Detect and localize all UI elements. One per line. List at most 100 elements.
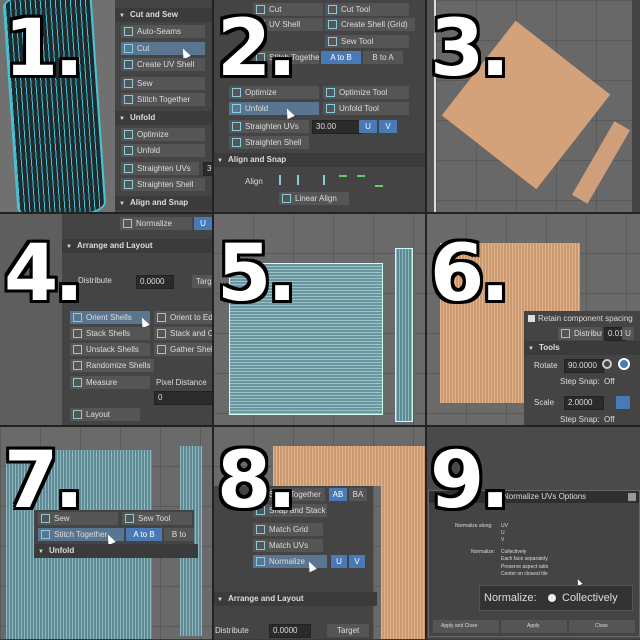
normalize-u-toggle[interactable]: U <box>194 217 212 230</box>
layout-button[interactable]: Layout <box>70 408 140 421</box>
unstack-shells-icon <box>73 345 82 354</box>
straighten-uvs-button[interactable]: Straighten UVs <box>229 120 309 133</box>
align-top-icon[interactable] <box>339 175 347 187</box>
arrange-layout-header[interactable]: Arrange and Layout <box>62 239 213 253</box>
scale-value-field[interactable]: 2.0000 <box>564 396 604 410</box>
cut-tool-button[interactable]: Cut Tool <box>325 3 409 16</box>
step-snap-dropdown-2[interactable]: Off <box>604 415 615 424</box>
step-1-cell: Cut and Sew Auto-Seams Cut Create UV She… <box>0 0 213 213</box>
sew-tool-icon <box>328 37 337 46</box>
unfold-button[interactable]: Unfold <box>229 102 319 115</box>
unfold-tool-button[interactable]: Unfold Tool <box>323 102 409 115</box>
preserve-aspect-checkbox[interactable]: Preserve aspect ratio <box>501 564 548 570</box>
align-bottom-icon[interactable] <box>375 175 383 187</box>
normalize-icon <box>123 219 132 228</box>
align-snap-header[interactable]: Align and Snap <box>213 153 426 167</box>
arrange-layout-header[interactable]: Arrange and Layout <box>213 592 377 606</box>
scale-u-toggle[interactable] <box>616 396 630 409</box>
rotate-cw-icon[interactable] <box>602 359 612 369</box>
close-button[interactable]: Close <box>569 620 635 633</box>
gather-shells-button[interactable]: Gather Shell <box>154 343 213 356</box>
target-button[interactable]: Targ <box>192 275 213 288</box>
cut-button[interactable]: Cut <box>121 42 205 55</box>
distribute-value-field[interactable]: 0.0000 <box>136 275 174 289</box>
apply-button[interactable]: Apply <box>501 620 567 633</box>
retain-spacing-checkbox[interactable]: Retain component spacing <box>528 314 633 323</box>
sew-button[interactable]: Sew <box>121 77 205 90</box>
option-u[interactable]: U <box>501 530 505 536</box>
orient-shells-button[interactable]: Orient Shells <box>70 311 150 324</box>
normalize-u-toggle[interactable]: U <box>331 555 347 568</box>
step-6-cell: Retain component spacing Distribute 0.01… <box>426 213 640 426</box>
auto-seams-icon <box>124 27 133 36</box>
option-each-face[interactable]: Each face separately <box>501 556 548 562</box>
step-7-cell: Sew Sew Tool Stitch Together A to B B to… <box>0 426 213 639</box>
stitch-together-button[interactable]: Stitch Together <box>121 93 205 106</box>
divider <box>212 0 214 640</box>
unfold-header[interactable]: Unfold <box>34 544 198 558</box>
a-to-b-toggle[interactable]: A to B <box>126 528 162 541</box>
optimize-tool-button[interactable]: Optimize Tool <box>323 86 409 99</box>
straighten-shell-button[interactable]: Straighten Shell <box>229 136 309 149</box>
rotate-ccw-icon[interactable] <box>618 358 630 370</box>
option-v[interactable]: V <box>501 537 504 543</box>
uv-shell-normalized-side <box>381 446 426 639</box>
unstack-shells-button[interactable]: Unstack Shells <box>70 343 150 356</box>
b-to-a-toggle[interactable]: B to A <box>363 51 403 64</box>
distribute-button[interactable]: Distribute <box>558 327 602 340</box>
orient-to-edge-button[interactable]: Orient to Ed <box>154 311 213 324</box>
step-snap-dropdown[interactable]: Off <box>604 377 615 386</box>
unfold-header[interactable]: Unfold <box>115 111 213 125</box>
step-4-cell: Normalize U Arrange and Layout Distribut… <box>0 213 213 426</box>
stack-shells-button[interactable]: Stack Shells <box>70 327 150 340</box>
center-on-tile-checkbox[interactable]: Center on closest tile <box>501 571 548 577</box>
option-collectively[interactable]: Collectively <box>501 549 526 555</box>
stitch-together-icon <box>41 530 50 539</box>
b-to-a-toggle[interactable]: B to <box>164 528 194 541</box>
straighten-shell-button[interactable]: Straighten Shell <box>121 178 205 191</box>
linear-align-button[interactable]: Linear Align <box>279 192 349 205</box>
target-button[interactable]: Target <box>327 624 369 637</box>
match-uvs-button[interactable]: Match UVs <box>253 539 323 552</box>
unfold-button[interactable]: Unfold <box>121 144 205 157</box>
sew-tool-button[interactable]: Sew Tool <box>122 512 192 525</box>
randomize-shells-button[interactable]: Randomize Shells <box>70 359 154 372</box>
sew-tool-button[interactable]: Sew Tool <box>325 35 409 48</box>
normalize-v-toggle[interactable]: V <box>349 555 365 568</box>
align-snap-header[interactable]: Align and Snap <box>115 196 213 210</box>
straighten-angle-field[interactable]: 30.00 <box>312 120 362 134</box>
align-center-u-icon[interactable] <box>297 175 307 185</box>
straighten-v-toggle[interactable]: V <box>379 120 397 133</box>
step-number-9: 9. <box>430 436 510 526</box>
step-number-8: 8. <box>217 436 297 526</box>
apply-and-close-button[interactable]: Apply and Close <box>433 620 499 633</box>
a-to-b-toggle[interactable]: A to B <box>321 51 361 64</box>
auto-seams-button[interactable]: Auto-Seams <box>121 25 205 38</box>
tools-header[interactable]: Tools <box>524 341 640 355</box>
rotate-value-field[interactable]: 90.0000 <box>564 359 604 373</box>
cut-sew-header[interactable]: Cut and Sew <box>115 8 213 22</box>
distribute-icon <box>561 329 570 338</box>
normalize-mode-label: Normalize: <box>471 549 495 555</box>
step-number-6: 6. <box>430 229 510 319</box>
ba-toggle[interactable]: BA <box>349 488 367 501</box>
straighten-uvs-button[interactable]: Straighten UVs <box>121 162 199 175</box>
close-icon[interactable] <box>628 493 636 501</box>
stack-and-orient-button[interactable]: Stack and O <box>154 327 213 340</box>
create-shell-grid-button[interactable]: Create Shell (Grid) <box>325 18 415 31</box>
distribute-u-toggle[interactable]: U <box>622 327 634 340</box>
straighten-u-toggle[interactable]: U <box>359 120 377 133</box>
distribute-value-field[interactable]: 0.0000 <box>269 624 311 638</box>
optimize-button[interactable]: Optimize <box>121 128 205 141</box>
align-right-icon[interactable] <box>315 175 325 185</box>
align-center-v-icon[interactable] <box>357 175 365 187</box>
rotate-label: Rotate <box>534 361 558 370</box>
orient-to-edge-icon <box>157 313 166 322</box>
normalize-button[interactable]: Normalize <box>120 217 192 230</box>
align-left-icon[interactable] <box>279 175 289 185</box>
step-number-3: 3. <box>430 4 510 94</box>
ab-toggle[interactable]: AB <box>329 488 347 501</box>
unfold-icon <box>124 146 133 155</box>
create-uv-shell-button[interactable]: Create UV Shell <box>121 58 205 71</box>
measure-button[interactable]: Measure <box>70 376 150 389</box>
